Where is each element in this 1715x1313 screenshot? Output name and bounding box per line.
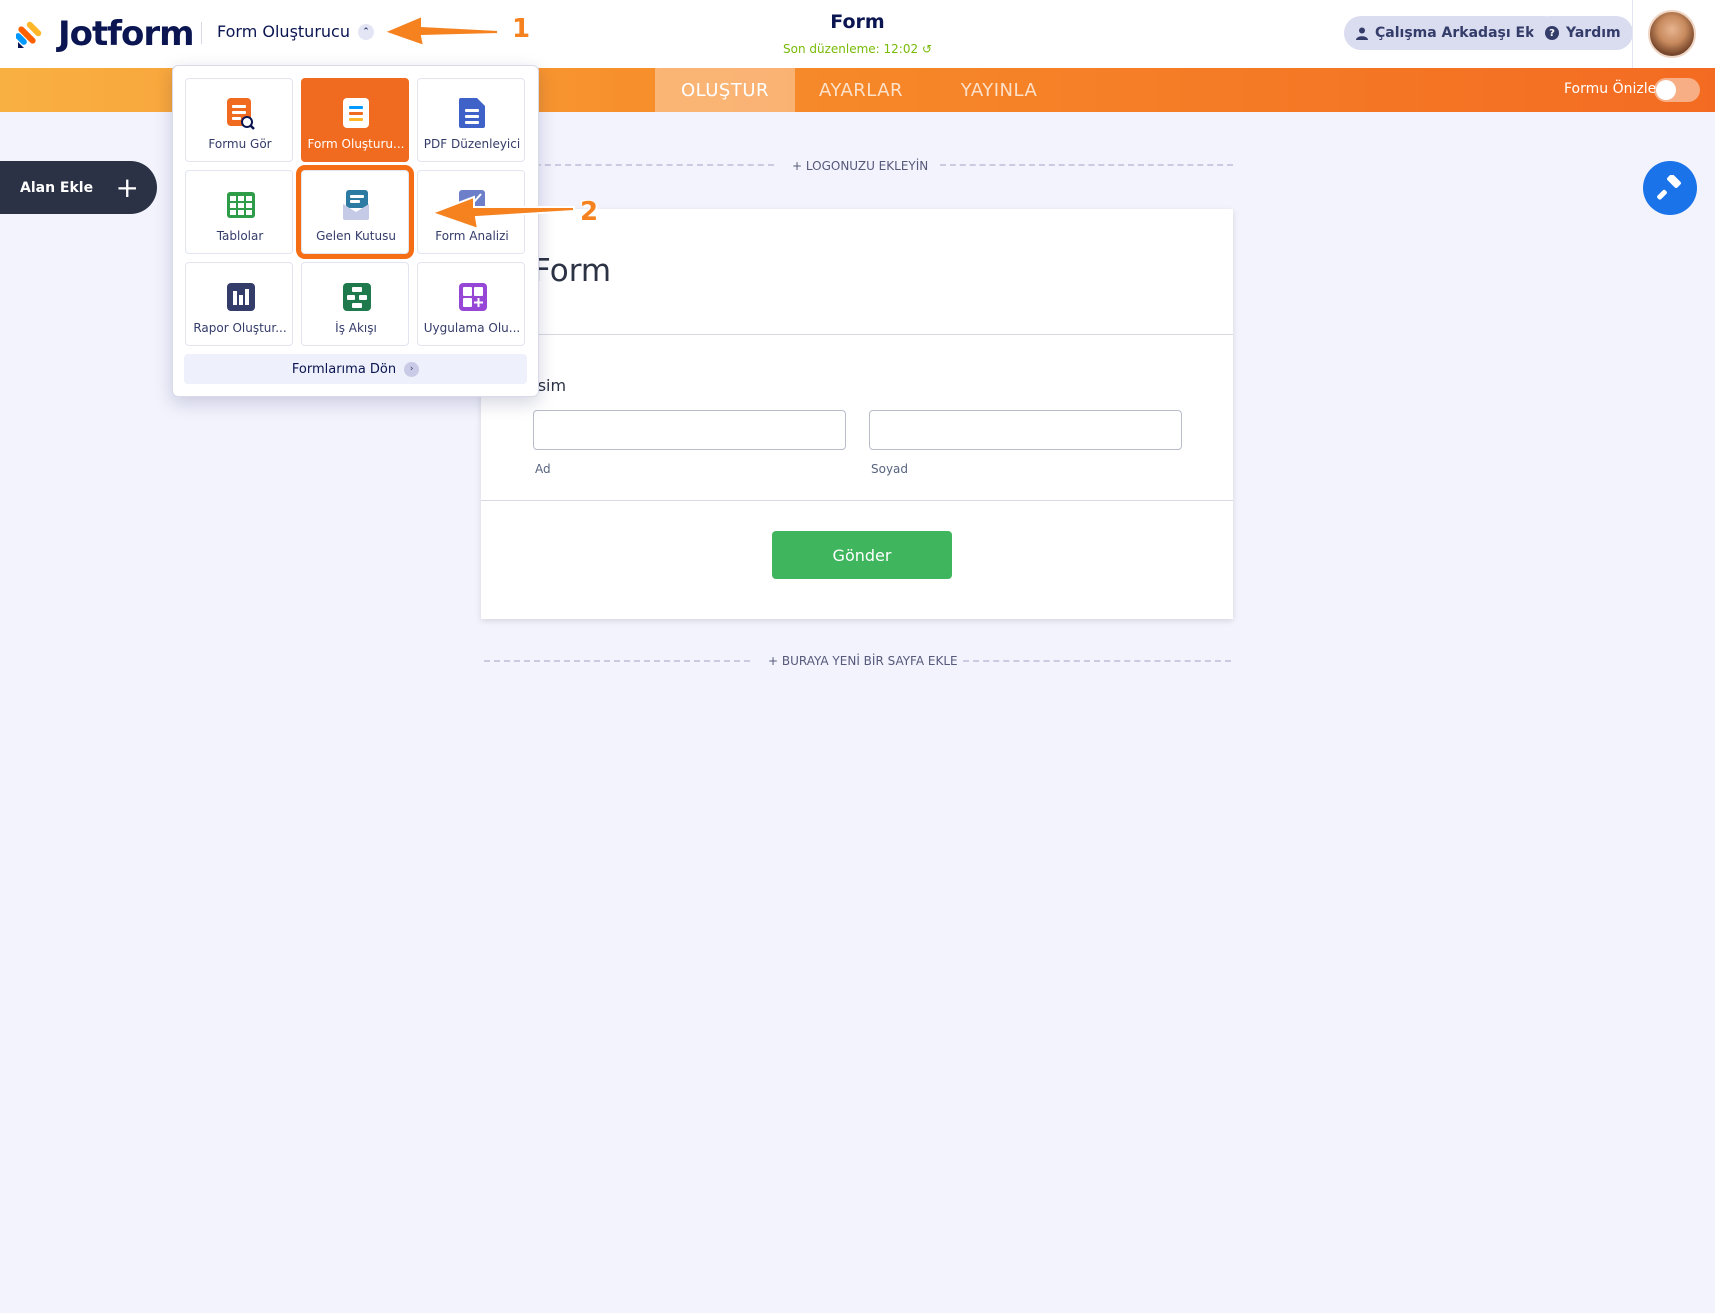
- card-divider: [481, 334, 1233, 335]
- menu-item-label: Gelen Kutusu: [316, 229, 396, 243]
- help-icon: ?: [1545, 26, 1559, 40]
- add-page-link[interactable]: + BURAYA YENİ BİR SAYFA EKLE: [768, 654, 958, 668]
- card-divider: [481, 500, 1233, 501]
- report-builder-icon: [227, 283, 255, 311]
- menu-item-form-view[interactable]: Formu Gör: [185, 78, 293, 162]
- menu-item-label: PDF Düzenleyici: [423, 137, 521, 151]
- dashed-divider: [940, 164, 1233, 166]
- first-name-input[interactable]: [533, 410, 846, 450]
- app-builder-icon: [459, 283, 487, 311]
- menu-item-form-builder[interactable]: Form Oluşturu...: [301, 78, 409, 162]
- last-name-sublabel: Soyad: [871, 462, 909, 476]
- invite-collaborator-button[interactable]: Çalışma Arkadaşı Ekle: [1344, 16, 1561, 50]
- add-form-element-button[interactable]: Alan Ekle +: [0, 161, 157, 214]
- dashed-divider: [484, 660, 750, 662]
- menu-item-label: Formu Gör: [208, 137, 272, 151]
- tab-build[interactable]: OLUŞTUR: [655, 68, 795, 112]
- form-designer-button[interactable]: [1643, 161, 1697, 215]
- preview-form-label: Formu Önizle: [1564, 81, 1657, 97]
- inbox-icon: [343, 190, 369, 220]
- last-name-input[interactable]: [869, 410, 1182, 450]
- annotation-number-1: 1: [512, 14, 531, 44]
- dashed-divider: [963, 660, 1231, 662]
- workflow-icon: [343, 283, 371, 311]
- menu-item-label: Uygulama Olu...: [423, 321, 521, 335]
- chevron-right-icon: ›: [404, 361, 420, 377]
- preview-form-toggle[interactable]: [1654, 78, 1700, 102]
- form-heading[interactable]: Form: [533, 253, 611, 289]
- menu-item-app-builder[interactable]: Uygulama Olu...: [417, 262, 525, 346]
- paint-roller-icon: [1657, 175, 1681, 200]
- menu-item-label: Rapor Oluştur...: [193, 321, 287, 335]
- menu-item-report-builder[interactable]: Rapor Oluştur...: [185, 262, 293, 346]
- menu-item-pdf-editor[interactable]: PDF Düzenleyici: [417, 78, 525, 162]
- user-icon: [1356, 27, 1368, 40]
- add-field-label: Alan Ekle: [20, 179, 94, 196]
- back-to-forms-label: Formlarıma Dön: [291, 361, 397, 377]
- menu-item-label: İş Akışı: [335, 321, 377, 335]
- pdf-editor-icon: [459, 98, 485, 128]
- tables-icon: [227, 192, 255, 218]
- menu-item-workflow[interactable]: İş Akışı: [301, 262, 409, 346]
- tab-settings[interactable]: AYARLAR: [805, 68, 917, 112]
- annotation-arrow-2: [429, 195, 575, 231]
- back-to-forms-button[interactable]: Formlarıma Dön ›: [184, 354, 527, 384]
- menu-item-tables[interactable]: Tablolar: [185, 170, 293, 254]
- refresh-icon: ↺: [921, 42, 932, 56]
- first-name-sublabel: Ad: [535, 462, 551, 476]
- plus-icon: +: [115, 171, 139, 204]
- tab-publish[interactable]: YAYINLA: [945, 68, 1053, 112]
- add-logo-link[interactable]: + LOGONUZU EKLEYİN: [792, 159, 928, 173]
- menu-item-inbox[interactable]: Gelen Kutusu: [296, 165, 414, 259]
- help-button[interactable]: ? Yardım: [1533, 16, 1633, 50]
- annotation-number-2: 2: [580, 197, 599, 227]
- menu-item-label: Form Oluşturu...: [307, 137, 405, 151]
- user-avatar[interactable]: [1648, 10, 1696, 58]
- top-bar: Jotform Form Oluşturucu ⌃ Form Son düzen…: [0, 0, 1715, 68]
- header-divider-right: [1632, 0, 1633, 68]
- form-card: Form İsim Ad Soyad Gönder: [481, 209, 1233, 619]
- invite-label: Çalışma Arkadaşı Ekle: [1375, 25, 1549, 41]
- help-label: Yardım: [1566, 25, 1621, 41]
- submit-button[interactable]: Gönder: [772, 531, 952, 579]
- menu-item-label: Tablolar: [216, 229, 264, 243]
- toggle-knob: [1656, 80, 1676, 100]
- last-edit-text: Son düzenleme: 12:02: [782, 42, 919, 56]
- form-builder-icon: [343, 98, 369, 128]
- annotation-arrow-1: [381, 14, 499, 48]
- form-view-icon: [227, 98, 255, 130]
